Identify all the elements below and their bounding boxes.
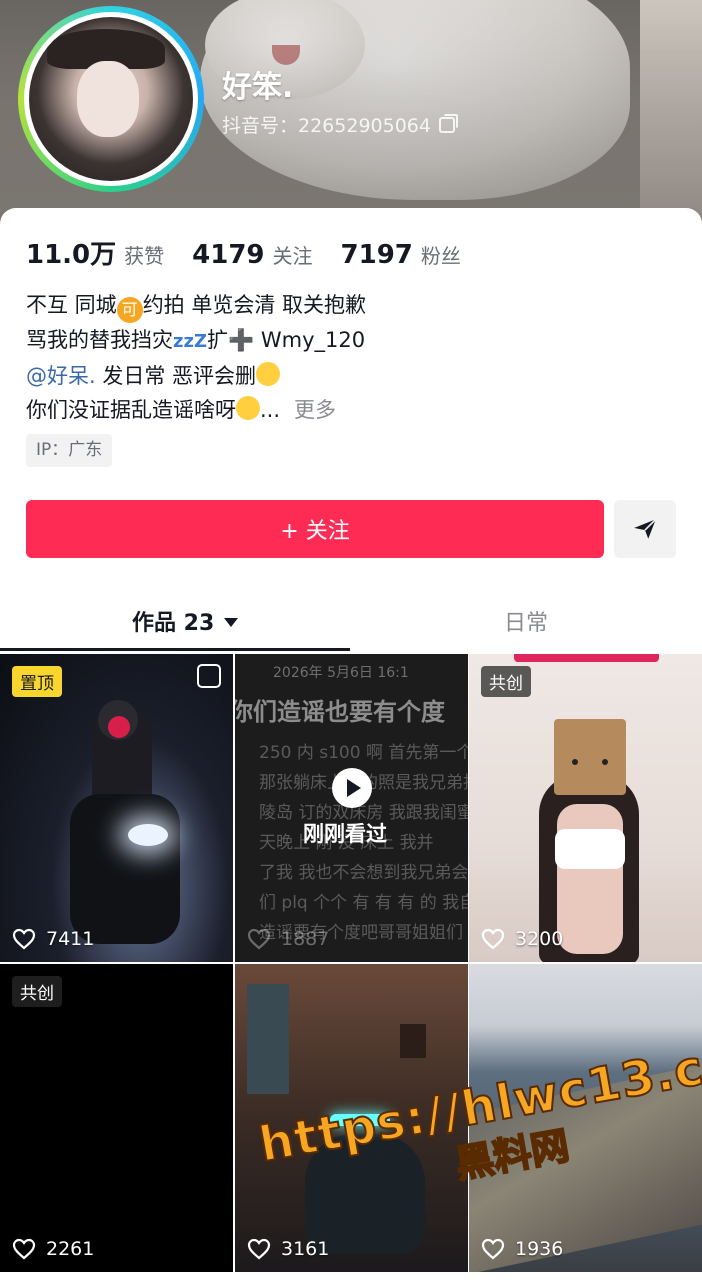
stats-row: 11.0万 获赞 4179 关注 7197 粉丝 xyxy=(26,234,461,271)
play-triangle xyxy=(347,779,361,797)
like-count: 1887 xyxy=(281,928,330,950)
bio-text: 扩 xyxy=(207,328,229,352)
like-count-row: 7411 xyxy=(12,928,94,950)
like-count-row: 1887 xyxy=(247,928,329,950)
bio-text: 你们没证据乱造谣啥呀 xyxy=(26,398,236,422)
message-button[interactable] xyxy=(614,500,676,558)
pleading-emoji-icon xyxy=(236,396,260,420)
tab-daily-label: 日常 xyxy=(504,611,549,636)
thumb-top xyxy=(555,829,625,869)
multi-image-icon xyxy=(197,664,221,688)
bio-text: 不互 同城 xyxy=(26,293,117,317)
stat-following[interactable]: 4179 关注 xyxy=(192,240,312,270)
likes-count: 11.0万 xyxy=(26,240,117,270)
heart-icon xyxy=(12,928,36,950)
mention-link[interactable]: @好呆. xyxy=(26,364,96,388)
bio-text: 骂我的替我挡灾 xyxy=(26,328,173,352)
likes-label: 获赞 xyxy=(124,244,165,268)
like-count-row: 2261 xyxy=(12,1238,94,1260)
avatar[interactable] xyxy=(18,6,204,192)
tab-works[interactable]: 作品 23 xyxy=(132,596,239,646)
video-thumbnail xyxy=(0,654,233,962)
avatar-face xyxy=(77,61,139,137)
send-icon xyxy=(634,518,657,539)
cocreate-badge: 共创 xyxy=(481,666,531,697)
just-watched-label: 刚刚看过 xyxy=(303,822,387,846)
bio-line-4: 你们没证据乱造谣啥呀... 更多 xyxy=(26,393,676,427)
tab-daily[interactable]: 日常 xyxy=(504,596,548,646)
video-card[interactable]: 共创 2261 xyxy=(0,964,233,1272)
plus-icon: ➕ xyxy=(228,328,255,352)
heart-icon xyxy=(247,928,271,950)
like-count-row: 3200 xyxy=(481,928,563,950)
following-count: 4179 xyxy=(192,240,265,270)
douyin-id-row[interactable]: 抖音号：22652905064 xyxy=(222,111,458,138)
video-card[interactable]: 置顶 7411 xyxy=(0,654,233,962)
content-tabs: 作品 23 日常 xyxy=(0,596,702,652)
video-thumbnail xyxy=(469,654,702,962)
avatar-image xyxy=(29,17,193,181)
like-count: 7411 xyxy=(46,928,95,950)
watched-overlay xyxy=(235,654,468,962)
video-thumbnail xyxy=(0,964,233,1272)
play-icon[interactable] xyxy=(332,768,372,808)
stat-likes[interactable]: 11.0万 获赞 xyxy=(26,234,164,271)
bio-text: 约拍 单览会清 取关抱歉 xyxy=(142,293,367,317)
tab-active-indicator xyxy=(0,648,350,651)
pinned-badge: 置顶 xyxy=(12,666,62,697)
like-count: 2261 xyxy=(46,1238,95,1260)
bio-line-3: @好呆. 发日常 恶评会删 xyxy=(26,359,676,393)
bio-more-link[interactable]: 更多 xyxy=(294,398,336,422)
thumb-sticker xyxy=(108,716,130,738)
thumb-torso xyxy=(557,804,623,954)
avatar-border xyxy=(24,12,198,186)
smile-emoji-icon xyxy=(256,362,281,386)
thumb-box-mask xyxy=(554,719,626,795)
bio-ellipsis: ... xyxy=(260,398,281,422)
copy-icon[interactable] xyxy=(438,113,458,133)
cocreate-badge: 共创 xyxy=(12,976,62,1007)
like-count: 1936 xyxy=(515,1238,564,1260)
thumb-window xyxy=(247,984,289,1094)
heart-icon xyxy=(247,1238,271,1260)
heart-icon xyxy=(481,928,505,950)
bio-text: 发日常 恶评会删 xyxy=(95,364,257,388)
stat-fans[interactable]: 7197 粉丝 xyxy=(341,240,461,270)
heart-icon xyxy=(481,1238,505,1260)
tab-works-label: 作品 23 xyxy=(132,611,215,636)
chevron-down-icon[interactable] xyxy=(224,618,239,627)
follow-button[interactable]: + 关注 xyxy=(26,500,604,558)
ke-badge-icon: 可 xyxy=(116,297,143,323)
ip-location-tag: IP：广东 xyxy=(26,434,113,467)
video-thumbnail: 2026年 5月6日 16:1 你们造谣也要有个度 250 内 s100 啊 首… xyxy=(235,654,468,962)
fans-label: 粉丝 xyxy=(420,244,461,268)
like-count: 3200 xyxy=(515,928,564,950)
thumb-banner xyxy=(514,654,659,662)
thumb-bike xyxy=(70,794,180,944)
following-label: 关注 xyxy=(272,244,313,268)
douyin-id: 抖音号：22652905064 xyxy=(222,115,431,137)
nickname: 好笨. xyxy=(222,70,294,105)
bio-line-1: 不互 同城可约拍 单览会清 取关抱歉 xyxy=(26,288,676,323)
video-card[interactable]: 共创 3200 xyxy=(469,654,702,962)
like-count-row: 1936 xyxy=(481,1238,563,1260)
video-card[interactable]: 2026年 5月6日 16:1 你们造谣也要有个度 250 内 s100 啊 首… xyxy=(235,654,468,962)
bio[interactable]: 不互 同城可约拍 单览会清 取关抱歉 骂我的替我挡灾zzZ扩➕ Wmy_120 … xyxy=(26,288,676,427)
sleep-zzz-icon: zzZ xyxy=(173,331,208,352)
bio-line-2: 骂我的替我挡灾zzZ扩➕ Wmy_120 xyxy=(26,323,676,359)
box-eye xyxy=(602,759,608,765)
fans-count: 7197 xyxy=(340,240,413,270)
heart-icon xyxy=(12,1238,36,1260)
bio-text: Wmy_120 xyxy=(254,328,366,352)
thumb-lamp xyxy=(400,1024,426,1058)
thumb-headlight xyxy=(128,824,168,846)
box-eye xyxy=(572,759,578,765)
